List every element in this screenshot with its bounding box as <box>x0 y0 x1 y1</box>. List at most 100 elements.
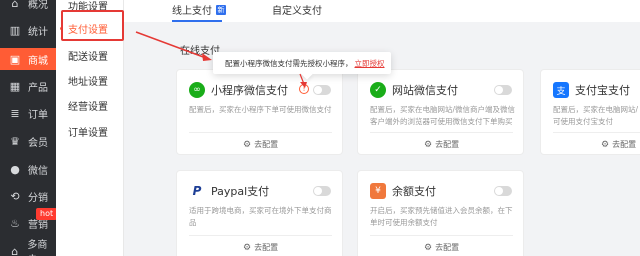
sidebar-item-members[interactable]: ♛ 会员 <box>0 130 56 152</box>
settings-icon: ⚙ <box>424 139 433 150</box>
tab-active-underline <box>172 20 222 22</box>
subnav-item-label: 地址设置 <box>68 76 108 88</box>
card-title: Paypal支付 <box>211 185 270 198</box>
configure-button[interactable]: ⚙ 去配置 <box>424 242 459 253</box>
card-description: 开启后，买家预先储值进入会员余额，在下 单时可使用余额支付 <box>370 205 513 229</box>
subnav-item-label: 订单设置 <box>68 127 108 139</box>
configure-button[interactable]: ⚙ 去配置 <box>601 139 636 150</box>
sidebar-item-label: 商城 <box>28 55 48 67</box>
tab-label: 线上支付 <box>172 6 212 17</box>
sidebar-item-stats[interactable]: ▥ 统计 <box>0 19 56 41</box>
tooltip-text: 配置小程序微信支付需先授权小程序， <box>225 58 353 68</box>
card-description-line: 可使用支付宝支付 <box>553 117 613 126</box>
sidebar-item-overview[interactable]: ⌂ 概况 <box>0 0 56 14</box>
configure-label: 去配置 <box>612 140 637 149</box>
card-title: 小程序微信支付 <box>211 84 288 97</box>
wechat-icon: ● <box>10 162 20 176</box>
warning-icon[interactable]: ! <box>299 84 309 94</box>
tab-label: 自定义支付 <box>272 6 322 17</box>
tab-bar: 线上支付 新 自定义支付 <box>124 0 640 22</box>
divider <box>189 132 332 133</box>
wechat-pay-icon: ✓ <box>370 82 386 98</box>
share-icon: ⟲ <box>10 189 20 203</box>
settings-icon: ⚙ <box>243 139 252 150</box>
settings-icon: ⚙ <box>601 139 610 150</box>
hot-badge: hot <box>36 208 58 220</box>
subnav-item-delivery[interactable]: 配送设置 <box>56 44 124 66</box>
card-header: ¥ 余额支付 <box>370 183 436 199</box>
subnav-item-address[interactable]: 地址设置 <box>56 69 124 91</box>
crown-icon: ♛ <box>10 134 20 148</box>
enable-toggle[interactable] <box>313 186 331 196</box>
card-header: ∞ 小程序微信支付 <box>189 82 288 98</box>
paypal-icon: P <box>189 183 205 199</box>
alipay-icon: 支 <box>553 82 569 98</box>
card-description-line: 单时可使用余额支付 <box>370 218 438 227</box>
home-icon: ⌂ <box>11 0 19 10</box>
card-description-line: 适用于跨境电商，买家可在境外下单支付商 <box>189 206 332 215</box>
sidebar-item-label: 会员 <box>28 137 48 149</box>
sidebar-item-label: 多商户 <box>27 240 48 256</box>
configure-button[interactable]: ⚙ 去配置 <box>243 139 278 150</box>
sidebar-item-label: 产品 <box>28 82 48 94</box>
shop-icon: ▣ <box>9 52 21 66</box>
card-description: 适用于跨境电商，买家可在境外下单支付商 品 <box>189 205 332 229</box>
sidebar-item-label: 统计 <box>28 26 48 38</box>
card-description: 配置后，买家在电脑网站/ 可使用支付宝支付 <box>553 104 638 128</box>
card-title: 支付宝支付 <box>575 84 630 97</box>
card-description-line: 配置后，买家在电脑网站/ <box>553 105 639 114</box>
card-description-line: 配置后，买家在电脑网站/微信商户端及微信 <box>370 105 516 114</box>
enable-toggle[interactable] <box>494 85 512 95</box>
divider <box>370 235 513 236</box>
card-description-line: 开启后，买家预先储值进入会员余额，在下 <box>370 206 513 215</box>
authorize-link[interactable]: 立即授权 <box>355 58 385 69</box>
sidebar-item-label: 概况 <box>28 0 48 11</box>
divider <box>553 132 640 133</box>
card-header: P Paypal支付 <box>189 183 269 199</box>
configure-button[interactable]: ⚙ 去配置 <box>243 242 278 253</box>
enable-toggle[interactable] <box>313 85 331 95</box>
highlight-box <box>61 10 124 41</box>
divider <box>370 132 513 133</box>
sidebar-item-shop[interactable]: ▣ 商城 <box>0 48 56 70</box>
sidebar-item-label: 订单 <box>28 109 48 121</box>
card-title: 网站微信支付 <box>392 84 458 97</box>
sidebar-item-wechat[interactable]: ● 微信 <box>0 158 56 180</box>
grid-icon: ▦ <box>9 79 21 93</box>
authorization-tooltip: 配置小程序微信支付需先授权小程序， 立即授权 <box>213 52 391 74</box>
new-badge-icon: 新 <box>216 4 226 15</box>
enable-toggle[interactable] <box>494 186 512 196</box>
subnav-item-order-settings[interactable]: 订单设置 <box>56 120 124 142</box>
wallet-icon: ¥ <box>370 183 386 199</box>
sidebar-item-multistore[interactable]: ⌂ 多商户 <box>0 240 56 256</box>
card-title: 余额支付 <box>392 185 436 198</box>
divider <box>189 235 332 236</box>
sidebar-item-products[interactable]: ▦ 产品 <box>0 75 56 97</box>
payment-card-web-wechat: ✓ 网站微信支付 配置后，买家在电脑网站/微信商户端及微信 客户端外的浏览器可使… <box>357 69 524 155</box>
chart-icon: ▥ <box>9 23 21 37</box>
card-description-line: 品 <box>189 218 197 227</box>
card-header: ✓ 网站微信支付 <box>370 82 458 98</box>
payment-card-alipay: 支 支付宝支付 配置后，买家在电脑网站/ 可使用支付宝支付 ⚙ 去配置 <box>540 69 640 155</box>
subnav-item-label: 配送设置 <box>68 51 108 63</box>
configure-button[interactable]: ⚙ 去配置 <box>424 139 459 150</box>
main-sidebar: ⌂ 概况 ▥ 统计 ▣ 商城 ▦ 产品 ≣ 订单 ♛ 会员 ● 微信 ⟲ 分销 … <box>0 0 58 256</box>
payment-card-paypal: P Paypal支付 适用于跨境电商，买家可在境外下单支付商 品 ⚙ 去配置 <box>176 170 343 256</box>
subnav-item-business[interactable]: 经营设置 <box>56 94 124 116</box>
main-content: 线上支付 新 自定义支付 在线支付 ∞ 小程序微信支付 ! 配置后，买家在小程序… <box>124 0 640 256</box>
settings-icon: ⚙ <box>424 242 433 253</box>
sidebar-item-orders[interactable]: ≣ 订单 <box>0 102 56 124</box>
card-description: 配置后，买家在电脑网站/微信商户端及微信 客户端外的浏览器可使用微信支付下单购买 <box>370 104 515 128</box>
tab-online-payment[interactable]: 线上支付 新 <box>172 2 226 17</box>
sidebar-item-label: 微信 <box>28 165 48 177</box>
settings-icon: ⚙ <box>243 242 252 253</box>
store-icon: ⌂ <box>11 244 19 256</box>
sidebar-item-label: 分销 <box>28 192 48 204</box>
configure-label: 去配置 <box>254 140 279 149</box>
list-icon: ≣ <box>10 106 20 120</box>
sidebar-item-distribution[interactable]: ⟲ 分销 <box>0 185 56 207</box>
tab-custom-payment[interactable]: 自定义支付 <box>272 2 322 17</box>
subnav-item-label: 经营设置 <box>68 101 108 113</box>
card-header: 支 支付宝支付 <box>553 82 630 98</box>
configure-label: 去配置 <box>435 140 460 149</box>
